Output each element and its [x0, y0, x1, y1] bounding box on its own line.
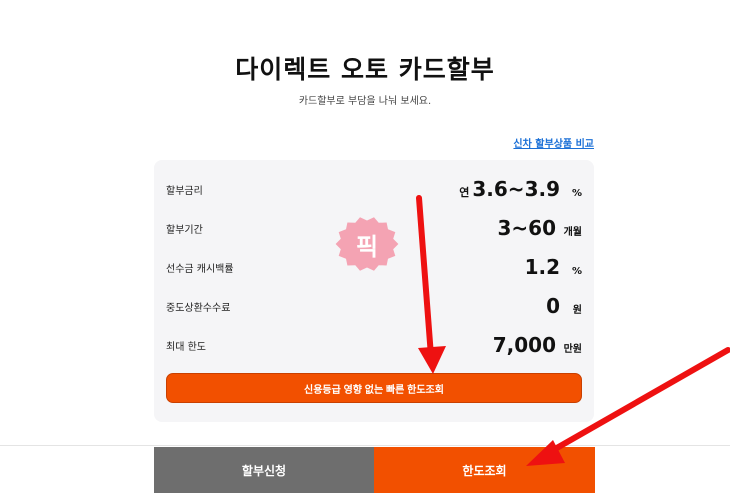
- info-row-max-limit: 최대 한도 7,000 만원: [166, 330, 582, 360]
- pick-badge: 픽: [334, 216, 400, 272]
- row-number: 1.2: [524, 255, 560, 279]
- apply-installment-button[interactable]: 할부신청: [154, 447, 374, 493]
- row-label: 최대 한도: [166, 341, 206, 353]
- row-label: 할부기간: [166, 224, 203, 236]
- row-unit: %: [571, 188, 582, 199]
- row-unit: 개월: [563, 227, 582, 238]
- row-unit: %: [571, 266, 582, 277]
- row-value: 7,000 만원: [493, 333, 582, 357]
- compare-new-car-link[interactable]: 신차 할부상품 비교: [513, 135, 594, 150]
- row-value: 연 3.6~3.9 %: [459, 177, 582, 201]
- row-prefix: 연: [459, 186, 470, 199]
- row-number: 0: [546, 294, 560, 318]
- info-row-prepayment-fee: 중도상환수수료 0 원: [166, 291, 582, 321]
- row-value: 3~60 개월: [497, 216, 582, 240]
- row-unit: 만원: [563, 344, 582, 355]
- row-label: 할부금리: [166, 185, 203, 197]
- row-value: 1.2 %: [525, 255, 582, 279]
- bottom-divider: [0, 445, 730, 446]
- row-value: 0 원: [546, 294, 582, 318]
- limit-check-button[interactable]: 한도조회: [374, 447, 595, 493]
- row-unit: 원: [572, 305, 582, 316]
- row-label: 중도상환수수료: [166, 302, 231, 314]
- page-title: 다이렉트 오토 카드할부: [235, 55, 495, 84]
- row-label: 선수금 캐시백률: [166, 263, 234, 275]
- product-info-card: 할부금리 연 3.6~3.9 % 할부기간 3~60 개월 선수금 캐시백률 1…: [154, 160, 594, 422]
- row-number: 3.6~3.9: [472, 177, 560, 201]
- info-row-interest-rate: 할부금리 연 3.6~3.9 %: [166, 174, 582, 204]
- row-number: 3~60: [497, 216, 556, 240]
- quick-limit-check-button[interactable]: 신용등급 영향 없는 빠른 한도조회: [166, 373, 582, 403]
- badge-text: 픽: [355, 232, 379, 261]
- page-subtitle: 카드할부로 부담을 나눠 보세요.: [298, 96, 432, 107]
- row-number: 7,000: [492, 333, 556, 357]
